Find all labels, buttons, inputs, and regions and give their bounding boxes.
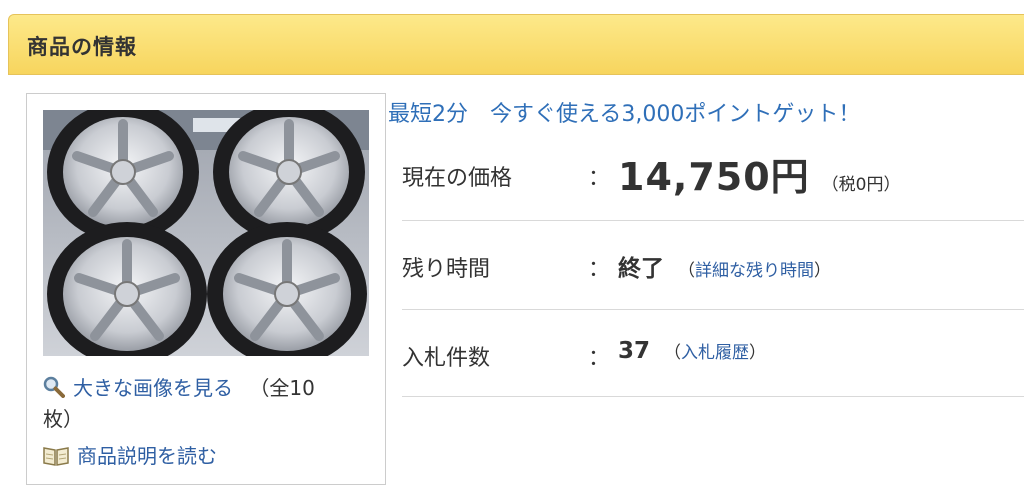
product-image-box: 大きな画像を見る （全10 枚） 商品説明を読む: [26, 93, 386, 485]
view-large-image-link[interactable]: 大きな画像を見る: [73, 376, 233, 400]
paren-close: ）: [749, 343, 767, 363]
time-left-row: 残り時間 ： 終了 （詳細な残り時間）: [402, 221, 1024, 309]
time-left-detail: （詳細な残り時間）: [678, 261, 831, 281]
current-price: 14,750円: [618, 155, 810, 199]
time-left-value-wrap: 終了 （詳細な残り時間）: [618, 249, 831, 283]
time-left-label: 残り時間: [402, 257, 491, 282]
paren-close: ）: [814, 261, 831, 281]
book-icon: [43, 445, 69, 473]
section-header: 商品の情報: [8, 14, 1024, 75]
time-left-colon: ：: [588, 257, 611, 282]
bids-row: 入札件数 ： 37 （入札履歴）: [402, 310, 1024, 396]
tax-note: （税0円）: [821, 175, 901, 195]
price-row: 現在の価格 ： 14,750円 （税0円）: [402, 140, 1024, 220]
price-label: 現在の価格: [402, 166, 513, 191]
view-large-row: 大きな画像を見る （全10 枚）: [43, 374, 373, 433]
bids-label: 入札件数: [402, 346, 491, 371]
paren-open: （: [678, 261, 695, 281]
description-row: 商品説明を読む: [43, 442, 217, 473]
bids-colon: ：: [588, 346, 611, 371]
price-colon: ：: [588, 166, 611, 191]
magnifier-icon: [43, 376, 65, 405]
price-value-wrap: 14,750円 （税0円）: [618, 146, 900, 201]
bid-count: 37: [618, 338, 651, 364]
detailed-time-left-link[interactable]: 詳細な残り時間: [695, 261, 814, 281]
bid-history-detail: （入札履歴）: [664, 343, 766, 363]
wheels-photo: [43, 110, 369, 356]
read-description-link[interactable]: 商品説明を読む: [77, 444, 217, 468]
section-title: 商品の情報: [27, 35, 137, 59]
bids-value-wrap: 37 （入札履歴）: [618, 338, 766, 364]
paren-open: （: [664, 343, 682, 363]
bid-history-link[interactable]: 入札履歴: [681, 343, 749, 363]
time-left-value: 終了: [618, 256, 664, 282]
divider: [402, 396, 1024, 397]
image-count-prefix: （全10: [249, 376, 315, 400]
product-thumbnail[interactable]: [43, 110, 369, 356]
image-count-suffix: 枚）: [43, 407, 83, 431]
points-promo-link[interactable]: 最短2分 今すぐ使える3,000ポイントゲット！: [388, 96, 860, 128]
